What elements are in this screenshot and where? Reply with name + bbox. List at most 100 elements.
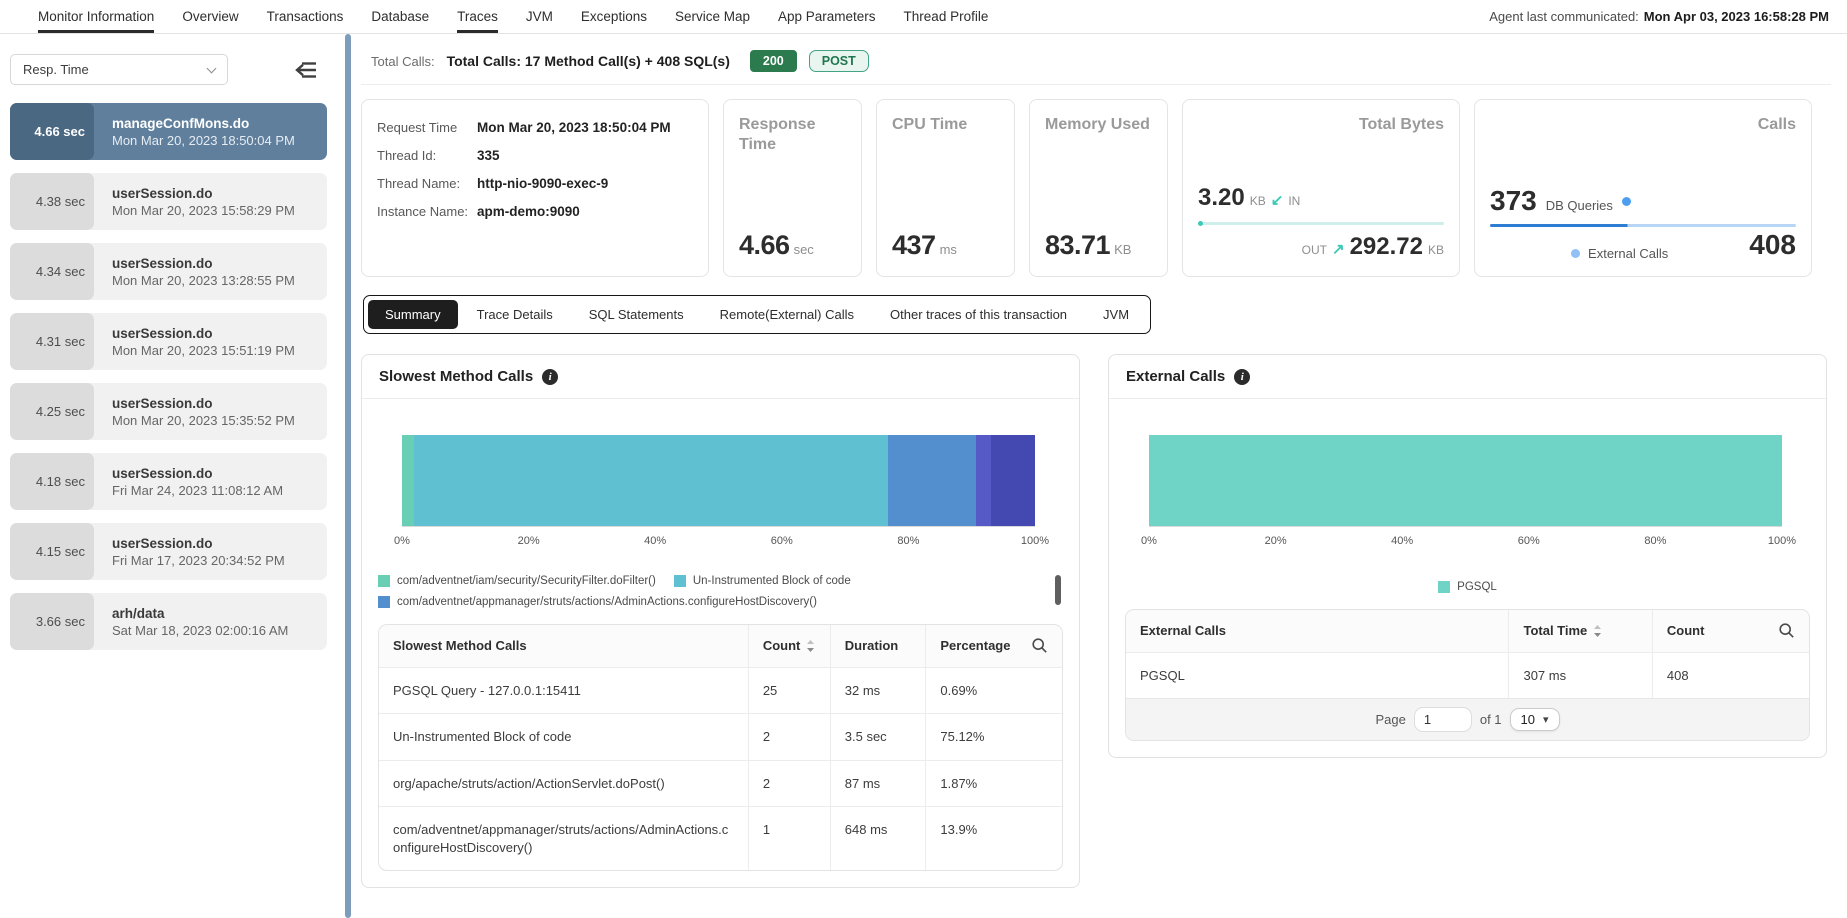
bar-segment[interactable] [1149,435,1782,526]
request-info-label: Thread Name: [377,176,477,193]
axis-tick-label: 0% [394,535,410,547]
method-calls-table-row[interactable]: Un-Instrumented Block of code 2 3.5 sec … [379,713,1062,760]
agent-last-communicated: Agent last communicated: Mon Apr 03, 202… [1489,0,1829,33]
external-calls-title: External Calls [1126,368,1225,385]
memory-used-unit: KB [1114,242,1131,257]
trace-list-item[interactable]: 4.66 sec manageConfMons.do Mon Mar 20, 2… [10,103,327,160]
bar-segment[interactable] [888,435,976,526]
status-code-badge: 200 [750,50,797,72]
trace-name: manageConfMons.do [112,116,327,131]
nav-tab[interactable]: Transactions [267,0,344,33]
method-calls-table-row[interactable]: org/apache/struts/action/ActionServlet.d… [379,760,1062,807]
collapse-sidebar-icon[interactable] [293,59,318,81]
page-size-select[interactable]: 10 ▾ [1510,708,1560,731]
detail-tab[interactable]: JVM [1086,300,1146,329]
nav-tabs: Monitor Information Overview Transactions D… [38,0,988,33]
method-calls-table-row[interactable]: com/adventnet/appmanager/struts/actions/… [379,806,1062,870]
total-bytes-card: Total Bytes 3.20 KB ↙ IN OUT ↗ 292.72 KB [1182,99,1460,277]
detail-tab[interactable]: Trace Details [460,300,570,329]
trace-timestamp: Fri Mar 17, 2023 20:34:52 PM [112,553,327,568]
external-calls-row: External Calls 408 [1490,229,1796,261]
trace-list-item[interactable]: 4.34 sec userSession.do Mon Mar 20, 2023… [10,243,327,300]
total-calls-value: Total Calls: 17 Method Call(s) + 408 SQL… [447,53,730,69]
sort-by-dropdown[interactable]: Resp. Time [10,54,228,85]
trace-list-item[interactable]: 3.66 sec arh/data Sat Mar 18, 2023 02:00… [10,593,327,650]
detail-tab[interactable]: SQL Statements [572,300,701,329]
legend-swatch [674,575,686,587]
sidebar-divider [337,34,359,918]
detail-tab[interactable]: Other traces of this transaction [873,300,1084,329]
column-header-count[interactable]: Count [748,625,830,667]
bytes-out-label: OUT [1302,243,1327,257]
method-calls-table-body: PGSQL Query - 127.0.0.1:15411 25 32 ms 0… [379,667,1062,871]
cpu-time-card: CPU Time 437 ms [876,99,1015,277]
trace-list-item[interactable]: 4.31 sec userSession.do Mon Mar 20, 2023… [10,313,327,370]
metric-cards-row: Request Time Mon Mar 20, 2023 18:50:04 P… [361,99,1831,277]
search-icon[interactable] [1031,637,1048,654]
arrow-out-icon: ↗ [1332,242,1345,257]
memory-used-card: Memory Used 83.71 KB [1029,99,1168,277]
legend-label: Un-Instrumented Block of code [693,575,851,587]
slowest-method-calls-title: Slowest Method Calls [379,368,533,385]
sidebar-scrollbar[interactable] [345,34,351,918]
legend-label: PGSQL [1457,581,1497,593]
nav-tab[interactable]: Exceptions [581,0,647,33]
response-time-card: Response Time 4.66 sec [723,99,862,277]
search-icon[interactable] [1778,622,1795,639]
trace-list-item[interactable]: 4.25 sec userSession.do Mon Mar 20, 2023… [10,383,327,440]
chevron-down-icon: ▾ [1543,713,1549,726]
trace-list-item[interactable]: 4.38 sec userSession.do Mon Mar 20, 2023… [10,173,327,230]
count-cell: 2 [748,760,830,807]
trace-response-time: 4.25 sec [10,383,94,440]
nav-tab[interactable]: Monitor Information [38,0,154,33]
bar-segment[interactable] [991,435,1035,526]
nav-tab[interactable]: Database [371,0,429,33]
info-icon[interactable]: i [542,369,558,385]
legend-scrollbar[interactable] [1055,575,1061,605]
bar-segment[interactable] [976,435,991,526]
external-calls-value: 408 [1749,229,1796,261]
duration-cell: 87 ms [830,760,926,807]
external-calls-table-row[interactable]: PGSQL 307 ms 408 [1126,652,1809,699]
bar-segment[interactable] [414,435,888,526]
external-calls-legend: PGSQL [1125,581,1810,593]
arrow-in-icon: ↙ [1271,193,1284,208]
legend-swatch [378,596,390,608]
count-cell: 25 [748,667,830,714]
info-icon[interactable]: i [1234,369,1250,385]
page-label: Page [1375,712,1405,727]
method-calls-legend: com/adventnet/iam/security/SecurityFilte… [378,575,1063,608]
nav-tab[interactable]: Service Map [675,0,750,33]
detail-tab[interactable]: Summary [368,300,458,329]
request-info-label: Request Time [377,120,477,137]
nav-tab[interactable]: JVM [526,0,553,33]
trace-list-item[interactable]: 4.15 sec userSession.do Fri Mar 17, 2023… [10,523,327,580]
percentage-cell: 75.12% [925,713,1062,760]
trace-list: 4.66 sec manageConfMons.do Mon Mar 20, 2… [10,103,327,650]
nav-tab[interactable]: Traces [457,0,498,33]
method-calls-table-row[interactable]: PGSQL Query - 127.0.0.1:15411 25 32 ms 0… [379,667,1062,714]
column-header-total-time[interactable]: Total Time [1508,610,1651,652]
nav-tab[interactable]: App Parameters [778,0,876,33]
bytes-divider [1198,222,1444,225]
db-queries-dot-icon [1622,197,1631,206]
calls-card: Calls 373 DB Queries External Calls 408 [1474,99,1812,277]
external-calls-table: External Calls Total Time Count [1125,609,1810,741]
detail-tab[interactable]: Remote(External) Calls [703,300,871,329]
page-number-input[interactable] [1414,707,1472,732]
request-info-value: Mon Mar 20, 2023 18:50:04 PM [477,120,671,137]
nav-tab[interactable]: Thread Profile [904,0,989,33]
method-name-cell: Un-Instrumented Block of code [379,713,748,760]
trace-list-item[interactable]: 4.18 sec userSession.do Fri Mar 24, 2023… [10,453,327,510]
trace-timestamp: Mon Mar 20, 2023 15:58:29 PM [112,203,327,218]
external-calls-panel: External Calls i 0%20%40%60%80%100% [1108,354,1827,758]
column-header-duration: Duration [830,625,926,667]
cpu-time-unit: ms [940,242,957,257]
nav-tab[interactable]: Overview [182,0,238,33]
method-calls-stacked-bar [402,435,1035,527]
page-size-value: 10 [1521,712,1535,727]
bytes-out-unit: KB [1428,243,1444,257]
bar-segment[interactable] [402,435,414,526]
trace-timestamp: Sat Mar 18, 2023 02:00:16 AM [112,623,327,638]
percentage-cell: 13.9% [925,806,1062,870]
